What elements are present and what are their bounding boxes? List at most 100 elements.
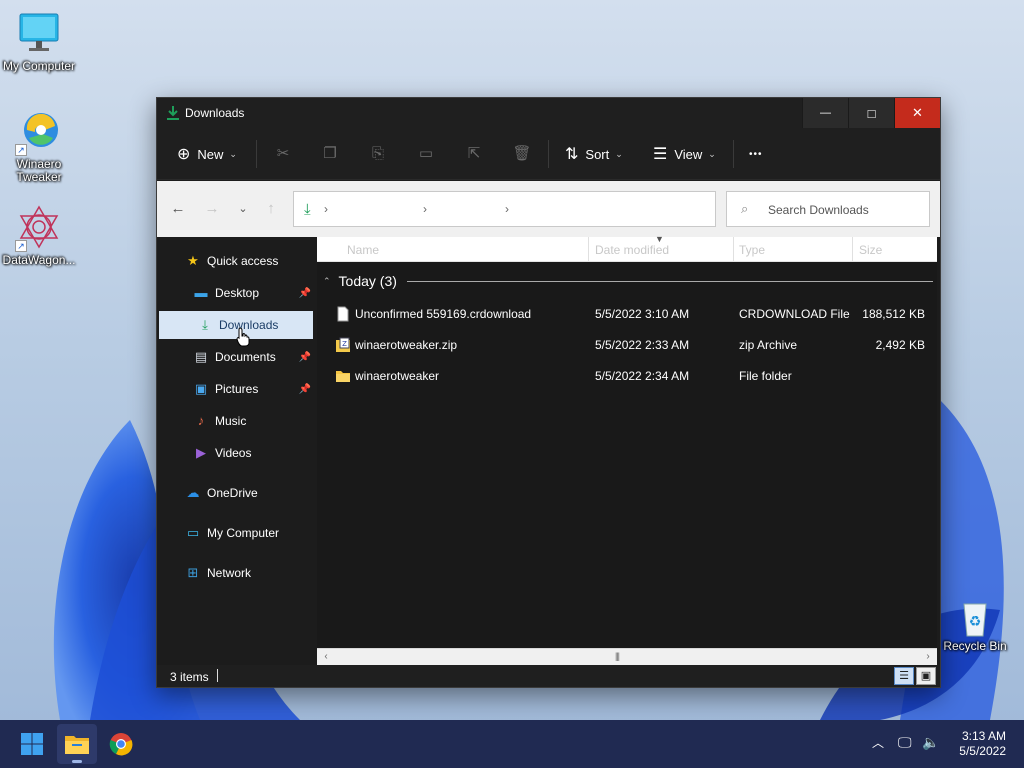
paste-icon[interactable]: ⎘ — [368, 144, 388, 164]
view-button[interactable]: ☰ View ⌄ — [653, 142, 716, 166]
command-bar: ⊕ New ⌄ ✂ ❐ ⎘ ▭ ⇱ 🗑 ⇅ Sort ⌄ ☰ View ⌄ ••… — [157, 128, 940, 180]
up-button[interactable]: ↑ — [261, 199, 281, 219]
column-header-type[interactable]: Type — [739, 243, 765, 257]
column-header-date[interactable]: Date modified — [595, 243, 669, 257]
rename-icon[interactable]: ▭ — [416, 144, 436, 164]
large-icons-view-button[interactable]: ▣ — [916, 667, 936, 685]
nav-item-music[interactable]: ♪ Music — [193, 407, 313, 435]
desktop-icon-my-computer[interactable]: My Computer — [0, 10, 78, 73]
column-divider[interactable] — [733, 237, 734, 261]
column-divider[interactable] — [852, 237, 853, 261]
nav-item-label: OneDrive — [207, 486, 258, 500]
recent-locations-button[interactable]: ⌄ — [233, 199, 253, 219]
separator — [256, 140, 257, 168]
cut-icon[interactable]: ✂ — [273, 144, 293, 164]
horizontal-scrollbar[interactable]: ‹ ||| › — [317, 648, 937, 665]
music-icon: ♪ — [197, 413, 205, 428]
nav-item-videos[interactable]: ▶ Videos — [193, 439, 313, 467]
chrome-icon — [109, 733, 133, 756]
desktop-icon-label: DataWagon... — [2, 253, 76, 267]
network-status-icon[interactable]: 🖵 — [898, 734, 912, 751]
winaero-tweaker-icon: ↗ — [15, 108, 63, 156]
nav-item-label: Music — [215, 414, 247, 428]
nav-item-documents[interactable]: ▤ Documents 📌 — [193, 343, 313, 371]
nav-item-quick-access[interactable]: ★ Quick access — [185, 247, 313, 275]
desktop-icon-recycle-bin[interactable]: ♻ Recycle Bin — [936, 598, 1014, 653]
forward-button[interactable]: → — [202, 199, 222, 219]
share-icon[interactable]: ⇱ — [464, 144, 484, 164]
svg-text:♻: ♻ — [969, 614, 982, 630]
new-button[interactable]: ⊕ New ⌄ — [177, 142, 237, 166]
close-button[interactable]: ✕ — [894, 98, 940, 128]
title-bar[interactable]: Downloads — □ ✕ — [157, 98, 940, 128]
start-button[interactable] — [12, 724, 52, 764]
scroll-thumb[interactable]: ||| — [615, 651, 620, 661]
view-label: View — [674, 146, 703, 162]
chevron-down-icon: ⌄ — [708, 148, 716, 159]
breadcrumb-chevron-icon[interactable]: › — [423, 202, 427, 216]
pin-icon: 📌 — [298, 351, 311, 363]
nav-item-label: Network — [207, 566, 252, 580]
details-view-button[interactable]: ☰ — [894, 667, 914, 685]
minimize-button[interactable]: — — [802, 98, 848, 128]
cloud-icon: ☁ — [186, 485, 200, 500]
window-title: Downloads — [185, 106, 245, 120]
file-icon — [337, 306, 349, 322]
pin-icon: 📌 — [298, 287, 311, 299]
column-header-name[interactable]: Name — [347, 243, 379, 257]
file-explorer-icon — [65, 736, 89, 754]
table-row[interactable]: winaerotweaker 5/5/2022 2:34 AM File fol… — [317, 361, 937, 392]
shortcut-arrow-icon: ↗ — [15, 240, 27, 252]
column-header-row: Name Date modified ▼ Type Size — [317, 234, 937, 262]
taskbar-file-explorer[interactable] — [57, 724, 97, 764]
item-count: 3 items — [170, 670, 209, 684]
file-explorer-window: Downloads — □ ✕ ⊕ New ⌄ ✂ ❐ ⎘ ▭ ⇱ 🗑 ⇅ So… — [156, 97, 941, 688]
show-hidden-icons-chevron-icon[interactable]: ︿ — [872, 734, 884, 751]
file-type: zip Archive — [739, 338, 798, 352]
nav-item-network[interactable]: ⊞ Network — [185, 559, 313, 587]
active-app-indicator — [72, 760, 82, 763]
sort-button[interactable]: ⇅ Sort ⌄ — [565, 142, 623, 166]
desktop-icon-winaero-tweaker[interactable]: ↗ Winaero Tweaker — [0, 108, 78, 184]
nav-item-pictures[interactable]: ▣ Pictures 📌 — [193, 375, 313, 403]
copy-icon[interactable]: ❐ — [320, 144, 340, 164]
pictures-icon: ▣ — [194, 381, 208, 396]
column-header-size[interactable]: Size — [859, 243, 882, 257]
system-clock[interactable]: 3:13 AM 5/5/2022 — [959, 729, 1006, 759]
collapse-chevron-icon[interactable]: ⌃ — [323, 276, 331, 287]
plus-circle-icon: ⊕ — [177, 146, 191, 163]
network-icon: ⊞ — [187, 565, 199, 580]
group-header[interactable]: ⌃ Today (3) — [323, 271, 397, 291]
breadcrumb-chevron-icon[interactable]: › — [324, 202, 328, 216]
nav-item-my-computer[interactable]: ▭ My Computer — [185, 519, 313, 547]
file-name: winaerotweaker — [355, 369, 440, 383]
scroll-left-icon[interactable]: ‹ — [319, 650, 333, 664]
search-box[interactable]: ⌕ Search Downloads — [726, 191, 930, 227]
delete-icon[interactable]: 🗑 — [512, 144, 532, 164]
datawagon-icon: ↗ — [15, 204, 63, 252]
desktop-icon-datawagon[interactable]: ↗ DataWagon... — [0, 204, 78, 267]
volume-icon[interactable]: 🔈 — [922, 734, 939, 751]
clock-date: 5/5/2022 — [959, 744, 1006, 758]
breadcrumb-chevron-icon[interactable]: › — [505, 202, 509, 216]
shortcut-arrow-icon: ↗ — [15, 144, 27, 156]
back-button[interactable]: ← — [168, 199, 188, 219]
group-divider-line — [407, 281, 933, 282]
column-divider[interactable] — [588, 237, 589, 261]
table-row[interactable]: Unconfirmed 559169.crdownload 5/5/2022 3… — [317, 299, 937, 330]
more-options-button[interactable]: ••• — [749, 142, 763, 166]
maximize-button[interactable]: □ — [848, 98, 894, 128]
taskbar-chrome[interactable] — [101, 724, 141, 764]
monitor-icon: ▭ — [186, 525, 200, 540]
table-row[interactable]: Z winaerotweaker.zip 5/5/2022 2:33 AM zi… — [317, 330, 937, 361]
download-icon: ⤓ — [202, 317, 208, 332]
nav-item-onedrive[interactable]: ☁ OneDrive — [185, 479, 313, 507]
pin-icon: 📌 — [298, 383, 311, 395]
sort-icon: ⇅ — [565, 146, 579, 163]
nav-item-desktop[interactable]: ▬ Desktop 📌 — [193, 279, 313, 307]
zip-icon: Z — [336, 337, 350, 352]
address-bar[interactable]: ⤓ › › › — [293, 191, 716, 227]
scroll-right-icon[interactable]: › — [921, 650, 935, 664]
separator — [548, 140, 549, 168]
nav-item-label: Pictures — [215, 382, 259, 396]
